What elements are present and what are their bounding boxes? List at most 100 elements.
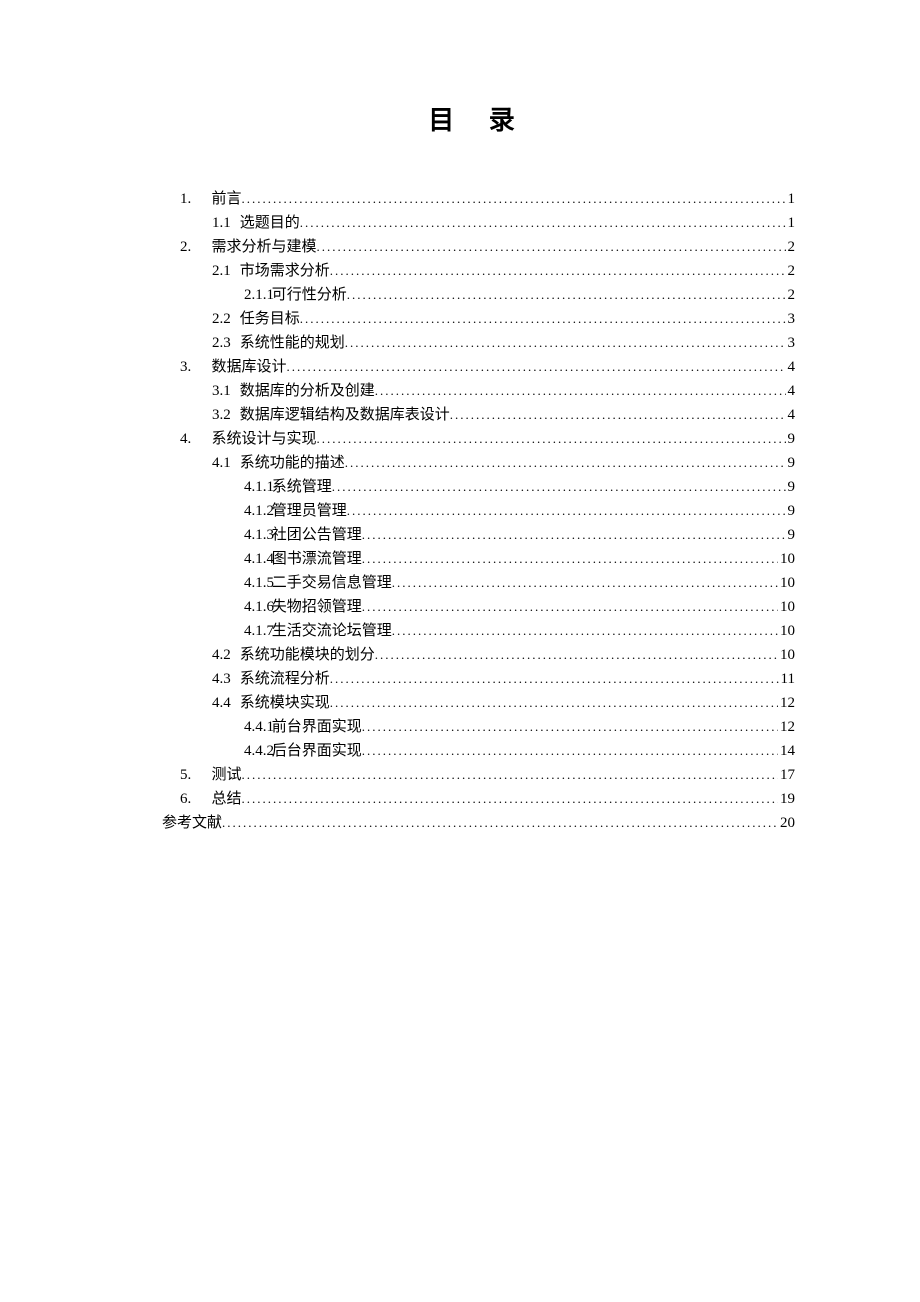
- toc-entry: 5. 测试 17: [162, 763, 795, 787]
- toc-entry-label: 系统管理: [272, 475, 332, 499]
- toc-entry-label: 前台界面实现: [272, 715, 362, 739]
- toc-leader-dots: [332, 477, 786, 498]
- toc-entry: 4.4.2 后台界面实现 14: [162, 739, 795, 763]
- toc-entry-label: 失物招领管理: [272, 595, 362, 619]
- toc-entry-number: 2.1: [212, 259, 236, 283]
- toc-leader-dots: [392, 573, 778, 594]
- toc-entry-label: 图书漂流管理: [272, 547, 362, 571]
- toc-entry-number: 5.: [180, 763, 204, 787]
- toc-entry-number: 6.: [180, 787, 204, 811]
- toc-entry: 2. 需求分析与建模2: [162, 235, 795, 259]
- toc-entry-number: 3.2: [212, 403, 236, 427]
- toc-entry-label: 数据库的分析及创建: [240, 379, 375, 403]
- toc-entry-label: 系统功能的描述: [240, 451, 345, 475]
- toc-entry: 4.1.3 社团公告管理9: [162, 523, 795, 547]
- toc-leader-dots: [347, 285, 786, 306]
- toc-entry-number: 3.1: [212, 379, 236, 403]
- toc-entry: 3.1 数据库的分析及创建 4: [162, 379, 795, 403]
- toc-leader-dots: [362, 717, 778, 738]
- toc-entry: 4.2 系统功能模块的划分10: [162, 643, 795, 667]
- toc-entry-page: 4: [786, 403, 796, 427]
- toc-entry: 参考文献20: [162, 811, 795, 835]
- toc-leader-dots: [375, 381, 786, 402]
- toc-leader-dots: [345, 453, 786, 474]
- toc-entry-label: 系统性能的规划: [240, 331, 345, 355]
- toc-entry-label: 前言: [212, 187, 242, 211]
- toc-entry-page: 2: [786, 283, 796, 307]
- toc-entry-label: 参考文献: [162, 811, 222, 835]
- toc-entry-number: 1.: [180, 187, 204, 211]
- toc-entry: 4.1.7 生活交流论坛管理10: [162, 619, 795, 643]
- toc-list: 1. 前言11.1 选题目的12. 需求分析与建模22.1 市场需求分析22.1…: [162, 187, 795, 835]
- toc-entry-page: 1: [786, 187, 796, 211]
- toc-entry-label: 测试: [212, 763, 242, 787]
- toc-entry-number: 4.1.4: [244, 547, 268, 571]
- toc-entry-number: 4.1.7: [244, 619, 268, 643]
- toc-entry-number: 4.1.6: [244, 595, 268, 619]
- toc-entry-number: 3.: [180, 355, 204, 379]
- toc-entry: 2.2 任务目标3: [162, 307, 795, 331]
- toc-entry-page: 10: [778, 595, 795, 619]
- toc-leader-dots: [242, 765, 778, 786]
- toc-entry: 4.1.1 系统管理9: [162, 475, 795, 499]
- toc-entry-label: 任务目标: [240, 307, 300, 331]
- toc-entry-number: 4.: [180, 427, 204, 451]
- toc-entry-page: 2: [786, 259, 796, 283]
- toc-leader-dots: [362, 597, 778, 618]
- toc-entry-page: 9: [786, 451, 796, 475]
- toc-entry-label: 二手交易信息管理: [272, 571, 392, 595]
- toc-entry: 4.1 系统功能的描述 9: [162, 451, 795, 475]
- toc-entry: 4.4 系统模块实现12: [162, 691, 795, 715]
- toc-entry-page: 1: [786, 211, 796, 235]
- toc-entry-page: 3: [786, 331, 796, 355]
- toc-entry: 3. 数据库设计 4: [162, 355, 795, 379]
- toc-entry-number: 4.1: [212, 451, 236, 475]
- toc-leader-dots: [300, 213, 786, 234]
- toc-entry-label: 后台界面实现: [272, 739, 362, 763]
- toc-leader-dots: [330, 693, 778, 714]
- toc-entry-page: 4: [786, 379, 796, 403]
- toc-leader-dots: [375, 645, 778, 666]
- toc-title: 目 录: [162, 100, 795, 137]
- toc-entry-page: 14: [778, 739, 795, 763]
- toc-entry-page: 10: [778, 547, 795, 571]
- toc-entry-number: 2.3: [212, 331, 236, 355]
- toc-leader-dots: [317, 429, 786, 450]
- toc-entry-label: 数据库逻辑结构及数据库表设计: [240, 403, 450, 427]
- toc-entry-label: 系统设计与实现: [212, 427, 317, 451]
- toc-entry-page: 11: [779, 667, 795, 691]
- toc-entry-number: 4.1.5: [244, 571, 268, 595]
- toc-entry-page: 9: [786, 475, 796, 499]
- toc-leader-dots: [242, 789, 778, 810]
- toc-leader-dots: [300, 309, 786, 330]
- toc-entry-number: 2.2: [212, 307, 236, 331]
- toc-entry-label: 市场需求分析: [240, 259, 330, 283]
- toc-entry-label: 选题目的: [240, 211, 300, 235]
- toc-entry: 2.3 系统性能的规划 3: [162, 331, 795, 355]
- toc-entry-number: 4.2: [212, 643, 236, 667]
- toc-entry-label: 生活交流论坛管理: [272, 619, 392, 643]
- toc-entry: 2.1.1 可行性分析2: [162, 283, 795, 307]
- toc-entry: 4. 系统设计与实现9: [162, 427, 795, 451]
- toc-entry: 4.4.1 前台界面实现 12: [162, 715, 795, 739]
- toc-entry: 2.1 市场需求分析 2: [162, 259, 795, 283]
- toc-leader-dots: [392, 621, 778, 642]
- toc-entry-number: 2.: [180, 235, 204, 259]
- toc-entry-label: 系统流程分析: [240, 667, 330, 691]
- toc-leader-dots: [362, 741, 778, 762]
- toc-entry: 4.1.2 管理员管理9: [162, 499, 795, 523]
- toc-entry: 4.1.4 图书漂流管理 10: [162, 547, 795, 571]
- toc-entry-number: 4.4.1: [244, 715, 268, 739]
- toc-entry-number: 4.4.2: [244, 739, 268, 763]
- toc-entry-page: 2: [786, 235, 796, 259]
- toc-entry-label: 可行性分析: [272, 283, 347, 307]
- toc-entry-number: 4.1.3: [244, 523, 268, 547]
- toc-entry-page: 12: [778, 715, 795, 739]
- toc-entry-page: 17: [778, 763, 795, 787]
- toc-entry-page: 9: [786, 523, 796, 547]
- toc-entry-label: 系统功能模块的划分: [240, 643, 375, 667]
- toc-leader-dots: [362, 525, 786, 546]
- toc-entry-number: 4.1.2: [244, 499, 268, 523]
- toc-entry-page: 4: [786, 355, 796, 379]
- toc-entry-label: 数据库设计: [212, 355, 287, 379]
